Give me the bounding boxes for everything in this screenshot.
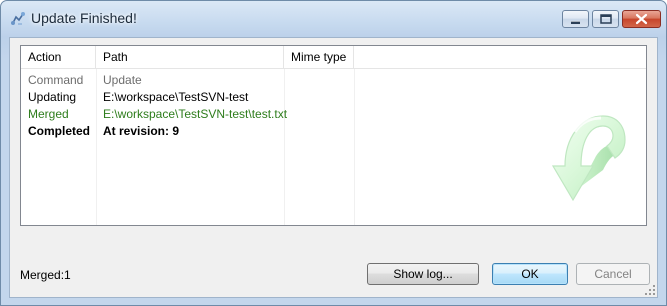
ok-button[interactable]: OK (492, 263, 568, 285)
list-header: Action Path Mime type (21, 46, 646, 69)
row-action: Completed (28, 124, 91, 138)
row-action: Command (28, 73, 84, 87)
row-path: Update (103, 73, 142, 87)
tortoisesvn-app-icon[interactable] (10, 11, 26, 27)
column-header-path[interactable]: Path (96, 46, 284, 68)
maximize-button[interactable] (592, 10, 619, 28)
cancel-button[interactable]: Cancel (576, 263, 650, 285)
maximize-icon (600, 14, 612, 24)
minimize-button[interactable] (562, 10, 589, 28)
close-button[interactable] (622, 10, 661, 28)
update-finished-window: Update Finished! Action Path Mime type C… (0, 0, 667, 306)
row-path: E:\workspace\TestSVN-test (103, 90, 249, 104)
row-path: E:\workspace\TestSVN-test\test.txt (103, 107, 288, 121)
close-icon (635, 13, 648, 25)
row-action: Merged (28, 107, 69, 121)
title-bar[interactable]: Update Finished! (1, 1, 666, 37)
column-header-action[interactable]: Action (21, 46, 96, 68)
merged-count-status: Merged:1 (20, 268, 71, 282)
column-header-mime-type[interactable]: Mime type (284, 46, 354, 68)
dialog-client-area: Action Path Mime type Command Update Upd… (9, 37, 658, 298)
minimize-icon (571, 21, 580, 24)
row-path: At revision: 9 (103, 124, 180, 138)
row-action: Updating (28, 90, 77, 104)
update-arrow-icon (551, 115, 626, 202)
show-log-button[interactable]: Show log... (367, 263, 479, 285)
results-list[interactable]: Action Path Mime type Command Update Upd… (20, 45, 647, 226)
resize-grip-icon[interactable] (644, 284, 656, 296)
list-row-command[interactable]: Command Update (21, 72, 646, 89)
window-title: Update Finished! (31, 10, 137, 26)
